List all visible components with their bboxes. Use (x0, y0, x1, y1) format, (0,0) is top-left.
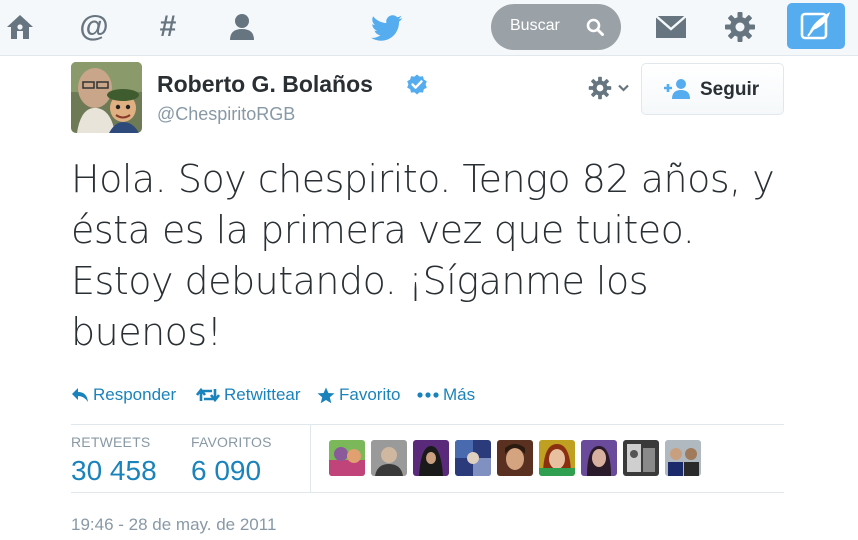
tweet-permalink: Roberto G. Bolaños @ChespiritoRGB Seguir… (0, 57, 858, 540)
retweet-label: Retwittear (224, 385, 301, 404)
favoriter-avatar[interactable] (371, 440, 407, 476)
tweet-text: Hola. Soy chespirito. Tengo 82 años, y é… (71, 157, 775, 354)
retweets-label: RETWEETS (71, 434, 151, 450)
magnifier-icon[interactable] (586, 18, 604, 36)
favorite-label: Favorito (339, 385, 401, 404)
favorites-count[interactable]: 6 090 (191, 455, 261, 487)
retweet-button[interactable]: Retwittear (196, 385, 301, 405)
favoriter-avatar[interactable] (497, 440, 533, 476)
author-name[interactable]: Roberto G. Bolaños (157, 71, 373, 98)
hashtag-glyph: # (159, 10, 177, 43)
favoriter-avatar[interactable] (665, 440, 701, 476)
more-label: Más (443, 385, 476, 404)
favorite-button[interactable]: Favorito (317, 385, 400, 405)
twitter-bird-icon[interactable] (370, 11, 404, 45)
tweet-timestamp[interactable]: 19:46 - 28 de may. de 2011 (71, 515, 276, 535)
search-placeholder: Buscar (510, 17, 560, 34)
compose-tweet-button[interactable] (787, 3, 845, 49)
stats-bottom-divider (71, 492, 784, 493)
chevron-down-icon (618, 84, 629, 92)
compose-tweet-icon (800, 12, 830, 40)
at-sign-icon[interactable]: @ (77, 10, 111, 44)
reply-label: Responder (93, 385, 177, 404)
at-sign-glyph: @ (79, 10, 109, 43)
hashtag-icon[interactable]: # (151, 10, 185, 44)
retweet-icon (196, 387, 220, 403)
gear-dropdown-icon (588, 76, 612, 100)
home-icon[interactable] (3, 10, 37, 44)
verified-badge-icon (407, 74, 427, 95)
favoriter-avatar[interactable] (413, 440, 449, 476)
favoriter-avatar[interactable] (455, 440, 491, 476)
global-nav: @ # Buscar (0, 0, 858, 56)
favoriter-avatar[interactable] (329, 440, 365, 476)
person-icon[interactable] (225, 10, 259, 44)
avatar[interactable] (71, 62, 142, 133)
retweets-count[interactable]: 30 458 (71, 455, 157, 487)
follow-label: Seguir (700, 79, 760, 100)
favoriter-avatar[interactable] (581, 440, 617, 476)
favorites-label: FAVORITOS (191, 434, 272, 450)
envelope-icon[interactable] (654, 10, 688, 44)
stats-vertical-divider (310, 425, 311, 493)
stats-top-divider (71, 424, 784, 425)
reply-icon (72, 388, 88, 402)
follow-button[interactable]: Seguir (641, 63, 784, 115)
more-button[interactable]: Más (417, 385, 475, 405)
add-person-icon (664, 79, 690, 99)
search-box[interactable]: Buscar (491, 4, 621, 50)
more-dots-icon (417, 392, 439, 398)
author-handle[interactable]: @ChespiritoRGB (157, 104, 295, 125)
gear-icon[interactable] (723, 10, 757, 44)
favoriter-avatar[interactable] (623, 440, 659, 476)
favoriter-avatar[interactable] (539, 440, 575, 476)
star-icon (317, 387, 335, 403)
tweet-more-options[interactable] (588, 75, 634, 101)
reply-button[interactable]: Responder (71, 385, 176, 405)
